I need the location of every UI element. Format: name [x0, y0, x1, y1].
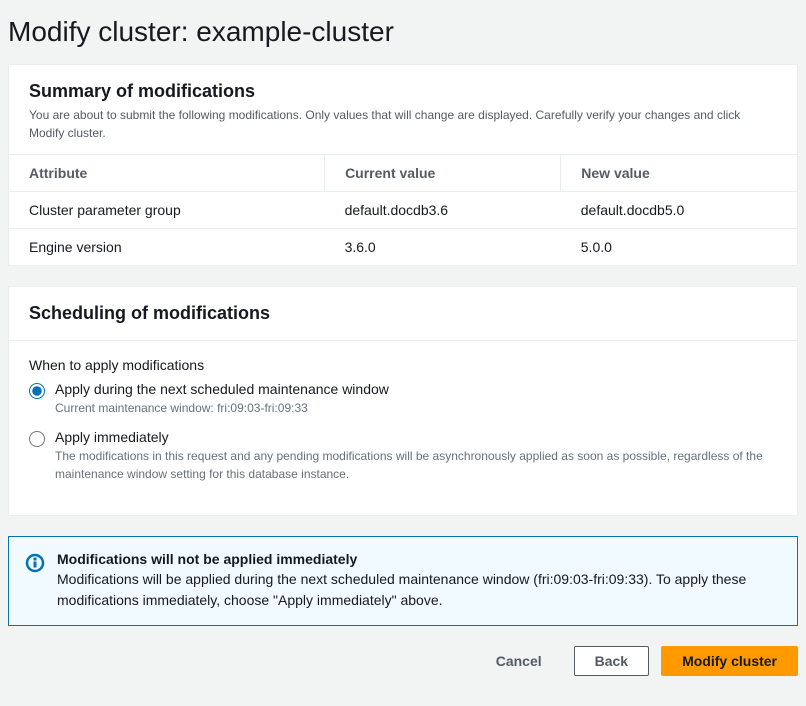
- radio-help: The modifications in this request and an…: [55, 447, 777, 483]
- radio-label: Apply during the next scheduled maintena…: [55, 381, 389, 397]
- col-new-value: New value: [561, 155, 797, 192]
- table-row: Cluster parameter group default.docdb3.6…: [9, 192, 797, 229]
- info-alert: Modifications will not be applied immedi…: [8, 536, 798, 626]
- cell-new: default.docdb5.0: [561, 192, 797, 229]
- modifications-table: Attribute Current value New value Cluste…: [9, 155, 797, 265]
- cancel-button[interactable]: Cancel: [476, 647, 562, 675]
- info-title: Modifications will not be applied immedi…: [57, 551, 781, 567]
- radio-input-maintenance[interactable]: [29, 383, 45, 399]
- scheduling-panel: Scheduling of modifications When to appl…: [8, 286, 798, 516]
- radio-apply-immediately[interactable]: Apply immediately The modifications in t…: [29, 429, 777, 483]
- summary-title: Summary of modifications: [29, 81, 777, 102]
- cell-attribute: Engine version: [9, 229, 325, 266]
- radio-help: Current maintenance window: fri:09:03-fr…: [55, 399, 389, 417]
- radio-label: Apply immediately: [55, 429, 777, 445]
- summary-panel: Summary of modifications You are about t…: [8, 64, 798, 266]
- modify-cluster-button[interactable]: Modify cluster: [661, 646, 798, 676]
- radio-apply-maintenance-window[interactable]: Apply during the next scheduled maintena…: [29, 381, 777, 417]
- summary-description: You are about to submit the following mo…: [29, 106, 777, 142]
- col-current-value: Current value: [325, 155, 561, 192]
- scheduling-title: Scheduling of modifications: [29, 303, 777, 324]
- scheduling-header: Scheduling of modifications: [9, 287, 797, 341]
- cell-attribute: Cluster parameter group: [9, 192, 325, 229]
- button-row: Cancel Back Modify cluster: [8, 646, 798, 684]
- col-attribute: Attribute: [9, 155, 325, 192]
- scheduling-body: When to apply modifications Apply during…: [9, 341, 797, 515]
- table-row: Engine version 3.6.0 5.0.0: [9, 229, 797, 266]
- radio-input-immediately[interactable]: [29, 431, 45, 447]
- page-title: Modify cluster: example-cluster: [8, 16, 798, 48]
- back-button[interactable]: Back: [574, 646, 649, 676]
- cell-current: default.docdb3.6: [325, 192, 561, 229]
- info-body: Modifications will be applied during the…: [57, 569, 781, 611]
- when-to-apply-label: When to apply modifications: [29, 357, 777, 373]
- info-icon: [25, 553, 45, 578]
- summary-header: Summary of modifications You are about t…: [9, 65, 797, 155]
- cell-current: 3.6.0: [325, 229, 561, 266]
- cell-new: 5.0.0: [561, 229, 797, 266]
